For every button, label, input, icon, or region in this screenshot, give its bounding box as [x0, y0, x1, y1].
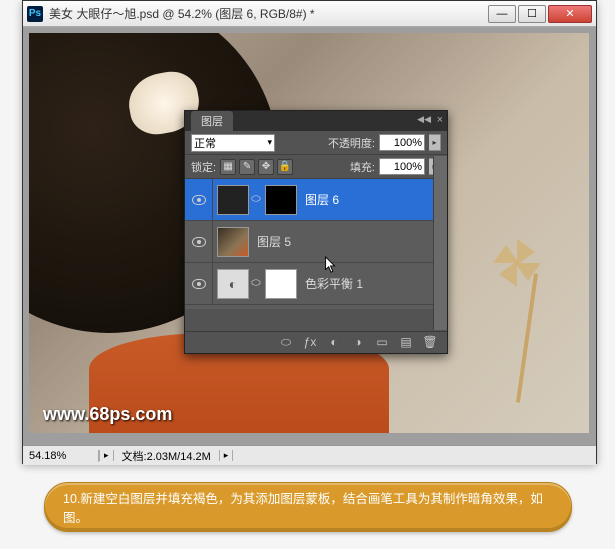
statusbar-arrow-icon[interactable]: ▸ — [99, 450, 114, 461]
maximize-button[interactable]: ☐ — [518, 5, 546, 23]
titlebar[interactable]: Ps 美女 大眼仔～旭.psd @ 54.2% (图层 6, RGB/8#) *… — [23, 1, 596, 27]
document-title: 美女 大眼仔～旭.psd @ 54.2% (图层 6, RGB/8#) * — [49, 5, 315, 22]
layers-list: ⬭ 图层 6 图层 5 ◐ ⬭ 色彩平衡 1 — [185, 179, 447, 309]
lock-row: 锁定: ▦ ✎ ✥ 🔒 填充: 100% ▸ — [185, 155, 447, 179]
lock-pixels-icon[interactable]: ✎ — [239, 159, 255, 175]
fill-input[interactable]: 100% — [379, 158, 425, 175]
app-icon: Ps — [27, 6, 43, 22]
blend-row: 正常 不透明度: 100% ▸ — [185, 131, 447, 155]
adjustment-layer-icon[interactable]: ◑ — [349, 335, 367, 351]
delete-layer-icon[interactable]: 🗑 — [421, 335, 439, 351]
group-icon[interactable]: ▭ — [373, 335, 391, 351]
opacity-slider-icon[interactable]: ▸ — [429, 134, 441, 151]
layer-row[interactable]: 图层 5 — [185, 221, 447, 263]
layer-thumbnail[interactable] — [217, 185, 249, 215]
visibility-toggle[interactable] — [185, 179, 213, 220]
layer-mask-thumbnail[interactable] — [265, 269, 297, 299]
statusbar-menu-icon[interactable]: ▸ — [219, 450, 234, 461]
layer-name[interactable]: 图层 5 — [257, 233, 291, 250]
minimize-button[interactable]: — — [488, 5, 516, 23]
layers-panel[interactable]: 图层 ◀◀ × 正常 不透明度: 100% ▸ 锁定: ▦ ✎ ✥ 🔒 填充: … — [184, 110, 448, 354]
lock-transparency-icon[interactable]: ▦ — [220, 159, 236, 175]
panel-collapse-icon[interactable]: ◀◀ — [417, 114, 431, 125]
lock-position-icon[interactable]: ✥ — [258, 159, 274, 175]
blend-mode-select[interactable]: 正常 — [191, 134, 275, 152]
eye-icon — [192, 195, 206, 205]
layer-name[interactable]: 图层 6 — [305, 191, 339, 208]
eye-icon — [192, 279, 206, 289]
layer-name[interactable]: 色彩平衡 1 — [305, 275, 363, 292]
opacity-label: 不透明度: — [328, 135, 375, 151]
layer-row[interactable]: ◐ ⬭ 色彩平衡 1 — [185, 263, 447, 305]
add-mask-icon[interactable]: ◐ — [325, 335, 343, 351]
watermark: www.68ps.com — [43, 404, 172, 425]
lock-all-icon[interactable]: 🔒 — [277, 159, 293, 175]
eye-icon — [192, 237, 206, 247]
adjustment-icon[interactable]: ◐ — [217, 269, 249, 299]
layer-row[interactable]: ⬭ 图层 6 — [185, 179, 447, 221]
mask-link-icon[interactable]: ⬭ — [251, 277, 261, 290]
image-pinwheel — [489, 233, 549, 293]
visibility-toggle[interactable] — [185, 221, 213, 262]
panel-tabbar: 图层 ◀◀ × — [185, 111, 447, 131]
statusbar: 54.18% ▸ 文档:2.03M/14.2M ▸ — [23, 445, 596, 465]
layer-mask-thumbnail[interactable] — [265, 185, 297, 215]
panel-bottom-toolbar: ⬭ ƒx ◐ ◑ ▭ ▤ 🗑 — [185, 331, 447, 353]
fill-label: 填充: — [350, 159, 375, 175]
opacity-input[interactable]: 100% — [379, 134, 425, 151]
link-layers-icon[interactable]: ⬭ — [277, 335, 295, 351]
doc-size-info: 文档:2.03M/14.2M — [114, 448, 219, 464]
panel-scrollbar[interactable] — [433, 156, 447, 330]
layer-thumbnail[interactable] — [217, 227, 249, 257]
panel-close-icon[interactable]: × — [437, 114, 443, 126]
new-layer-icon[interactable]: ▤ — [397, 335, 415, 351]
visibility-toggle[interactable] — [185, 263, 213, 304]
mask-link-icon[interactable]: ⬭ — [251, 193, 261, 206]
lock-label: 锁定: — [191, 159, 216, 175]
layers-tab[interactable]: 图层 — [191, 111, 233, 131]
zoom-level[interactable]: 54.18% — [23, 450, 99, 462]
instruction-caption: 10.新建空白图层并填充褐色，为其添加图层蒙板，结合画笔工具为其制作暗角效果，如… — [44, 482, 572, 532]
fx-icon[interactable]: ƒx — [301, 335, 319, 351]
close-button[interactable]: ✕ — [548, 5, 592, 23]
